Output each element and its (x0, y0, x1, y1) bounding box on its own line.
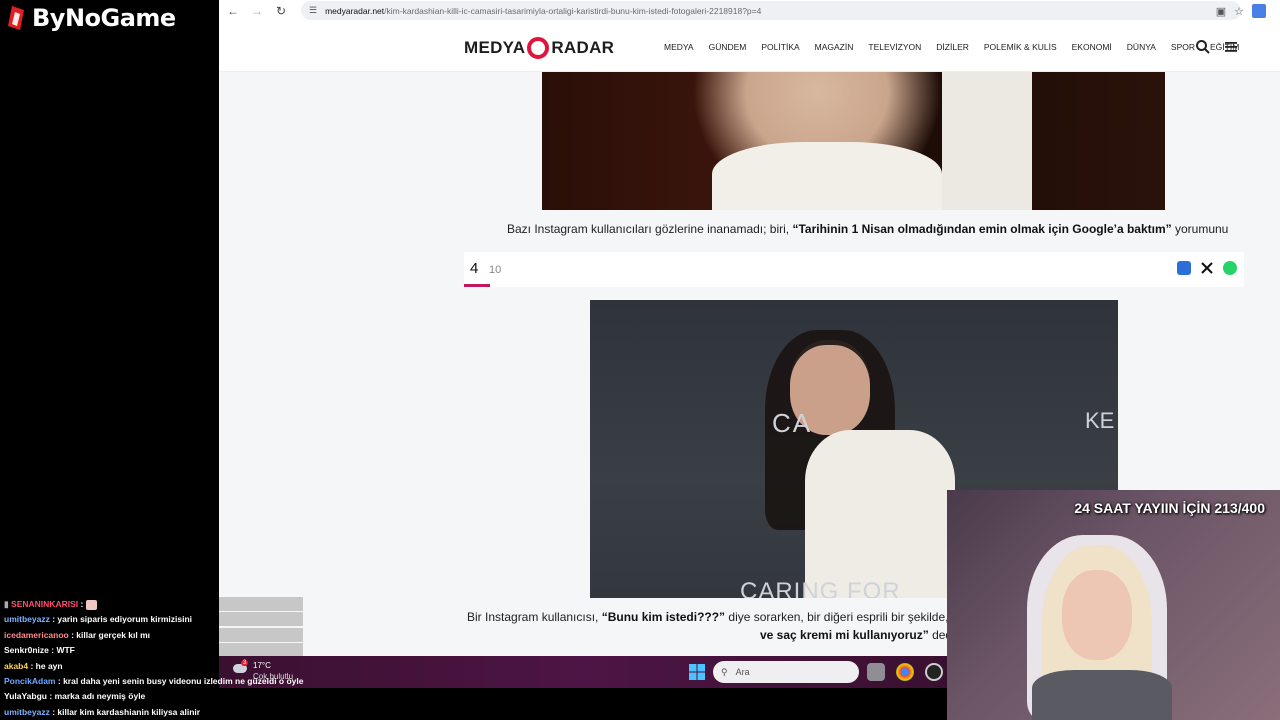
caption-text: Bazı Instagram kullanıcıları gözlerine i… (507, 222, 793, 236)
site-info-icon[interactable]: ☰ (309, 5, 317, 16)
stream-goal-title: 24 SAAT YAYIIN İÇİN 213/400 (1074, 500, 1265, 516)
chat-username[interactable]: umitbeyazz (4, 707, 50, 717)
caption-text-end: yorumunu (1171, 222, 1229, 236)
caption2-text-mid: diye sorarken, bir diğeri esprili bir şe… (725, 610, 952, 624)
translate-icon[interactable] (1252, 4, 1266, 18)
pager-progress-bar (464, 284, 490, 287)
x-share-icon[interactable] (1200, 261, 1214, 275)
site-logo-left: MEDYA (464, 38, 526, 57)
browser-toolbar: ← → ↻ ☰ medyaradar.net/kim-kardashian-ki… (219, 0, 1280, 22)
brand-mark-icon (8, 6, 24, 30)
nav-item[interactable]: GÜNDEM (709, 42, 747, 52)
nav-item[interactable]: MAGAZİN (815, 42, 854, 52)
url-path: /kim-kardashian-killi-ic-camasiri-tasari… (384, 5, 762, 16)
chat-message: icedamericanoo : killar gerçek kıl mı (4, 628, 304, 643)
caption2-quote: “Bunu kim istedi???” (601, 610, 726, 624)
task-view-icon[interactable] (867, 663, 885, 681)
address-bar-actions: ▣ ☆ (1216, 0, 1244, 22)
reload-icon[interactable]: ↻ (269, 0, 293, 22)
chat-text: WTF (56, 645, 75, 656)
main-nav: MEDYA GÜNDEM POLİTİKA MAGAZİN TELEVİZYON DİZİ… (664, 42, 1239, 52)
nav-item[interactable]: MEDYA (664, 42, 694, 52)
windows-start-icon[interactable] (689, 664, 705, 680)
emote-icon (85, 599, 97, 610)
chat-message: umitbeyazz : killar kim kardashianin kil… (4, 705, 304, 720)
taskbar-search-placeholder: Ara (735, 667, 750, 677)
chat-badge-icon: ▮ (4, 599, 12, 609)
screen: ByNoGame ← → ↻ ☰ medyaradar.net/kim-kard… (0, 0, 1280, 720)
chat-message: YulaYabgu : marka adı neymiş öyle (4, 689, 304, 704)
chat-username[interactable]: umitbeyazz (4, 614, 50, 624)
chat-message: PoncikAdam : kral daha yeni senin busy v… (4, 674, 304, 689)
nav-item[interactable]: EKONOMİ (1072, 42, 1112, 52)
photo-caption: Bazı Instagram kullanıcıları gözlerine i… (507, 222, 1228, 236)
nav-item[interactable]: POLEMİK & KULİS (984, 42, 1057, 52)
caption2-line2-quote: ve saç kremi mi kullanıyoruz” (760, 628, 929, 642)
chat-text: kral daha yeni senin busy videonu izledi… (63, 675, 304, 686)
chat-text: killar gerçek kıl mı (76, 629, 151, 640)
chat-text: yarin siparis ediyorum kirmizisini (57, 614, 193, 625)
site-logo-ring-icon (527, 37, 550, 59)
obs-icon[interactable] (925, 663, 943, 681)
chat-feed: ▮ SENANINKARISI : umitbeyazz : yarin sip… (4, 597, 304, 720)
install-app-icon[interactable]: ▣ (1216, 5, 1226, 18)
facebook-share-icon[interactable] (1177, 261, 1191, 275)
chat-text: marka adı neymiş öyle (54, 691, 146, 702)
chat-separator: : (47, 691, 55, 702)
nav-item[interactable]: TELEVİZYON (868, 42, 921, 52)
chat-username[interactable]: PoncikAdam (4, 676, 56, 686)
nav-item[interactable]: DİZİLER (936, 42, 969, 52)
nav-item[interactable]: SPOR (1171, 42, 1195, 52)
caption2-text: Bir Instagram kullanıcısı, (467, 610, 602, 624)
taskbar-search-icon: ⚲ (721, 666, 728, 677)
chat-message: akab4 : he ayn (4, 659, 304, 674)
chat-username[interactable]: SENANINKARISI (11, 599, 78, 609)
chat-username[interactable]: Senkr0nize (4, 645, 49, 655)
chat-separator: : (78, 599, 86, 609)
chat-separator: : (55, 675, 64, 686)
whatsapp-share-icon[interactable] (1223, 261, 1237, 275)
windows-taskbar: 3 17°C Çok bulutlu ⚲ Ara (219, 656, 947, 688)
brand-name: ByNoGame (32, 4, 176, 32)
chat-separator: : (28, 660, 36, 671)
chat-username[interactable]: akab4 (4, 661, 28, 671)
search-icon[interactable] (1195, 39, 1211, 55)
gallery-pager: 4 10 (464, 252, 1244, 287)
brand-logo: ByNoGame (6, 4, 176, 32)
chat-text: he ayn (35, 660, 63, 671)
chat-message: Senkr0nize : WTF (4, 643, 304, 658)
chat-username[interactable]: icedamericanoo (4, 630, 69, 640)
chat-message: ▮ SENANINKARISI : (4, 597, 304, 612)
forward-arrow-icon[interactable]: → (245, 0, 269, 22)
nav-item[interactable]: DÜNYA (1127, 42, 1156, 52)
gallery-image-previous (542, 72, 1165, 210)
chrome-icon[interactable] (896, 663, 914, 681)
site-header: MEDYA RADAR MEDYA GÜNDEM POLİTİKA MAGAZİN TE… (219, 22, 1280, 72)
bookmark-star-icon[interactable]: ☆ (1234, 5, 1244, 18)
webcam-overlay: 24 SAAT YAYIIN İÇİN 213/400 (947, 490, 1280, 720)
back-arrow-icon[interactable]: ← (221, 0, 245, 22)
photo-caption-2: Bir Instagram kullanıcısı, “Bunu kim ist… (467, 610, 967, 624)
pager-current-page: 4 (470, 260, 479, 277)
address-bar[interactable]: ☰ medyaradar.net/kim-kardashian-killi-ic… (301, 1, 1241, 20)
pager-total-pages: 10 (489, 264, 502, 276)
nav-item[interactable]: POLİTİKA (761, 42, 799, 52)
site-logo-right: RADAR (551, 38, 615, 57)
taskbar-search[interactable]: ⚲ Ara (713, 661, 859, 683)
chat-username[interactable]: YulaYabgu (4, 691, 47, 701)
menu-icon[interactable] (1223, 39, 1239, 55)
photo-caption-2-line2: ve saç kremi mi kullanıyoruz” dedi. (760, 628, 958, 642)
site-logo[interactable]: MEDYA RADAR (464, 37, 614, 59)
caption-quote: “Tarihinin 1 Nisan olmadığından emin olm… (792, 222, 1172, 236)
chat-text: killar kim kardashianin kiliysa alinir (57, 706, 201, 717)
url-domain: medyaradar.net (325, 5, 385, 16)
chat-message: umitbeyazz : yarin siparis ediyorum kirm… (4, 612, 304, 627)
